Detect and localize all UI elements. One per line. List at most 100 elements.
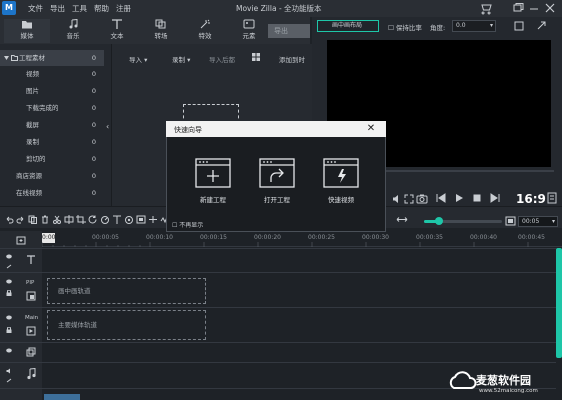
open-project-option[interactable]: 打开工程 [252,158,302,204]
snapshot-icon[interactable] [514,21,524,31]
add-track-icon[interactable] [16,236,26,245]
dialog-close-icon[interactable]: ✕ [364,122,378,136]
split-icon[interactable] [64,215,74,224]
pip-layout-button[interactable]: 画中画布局 [317,20,379,32]
tool-text[interactable]: 文本 [94,19,140,43]
track-link-icon[interactable] [6,378,12,383]
collapse-sidebar-icon[interactable]: ‹ [106,122,109,131]
record-menu[interactable]: 录制 ▾ [172,54,190,64]
track-volume-icon[interactable] [6,368,12,374]
track-visibility-icon[interactable] [6,254,12,259]
import-later-button[interactable]: 导入后都 [209,54,235,64]
minimize-icon[interactable] [526,1,542,15]
cut-icon[interactable] [52,215,62,224]
sidebar-item-label: 视频 [26,70,39,78]
sidebar-item-label: 在线视频 [16,189,42,197]
folder-icon [22,21,32,29]
keep-ratio-checkbox[interactable]: ☐ 保持比率 [388,22,422,32]
track-divider [0,342,556,343]
volume-icon[interactable] [392,194,402,204]
sidebar-item-recordings[interactable]: 录制 0 [0,134,104,150]
tool-effects[interactable]: 特效 [182,19,228,43]
track-visibility-icon[interactable] [6,279,12,284]
timeline-time-value: 00:05 [522,218,540,225]
track-visibility-icon[interactable] [6,315,12,320]
export-button[interactable]: 导出 [268,24,310,38]
crop-icon[interactable] [76,215,86,224]
next-frame-icon[interactable] [490,193,500,203]
new-project-option[interactable]: 新建工程 [188,158,238,204]
sidebar-item-store[interactable]: 商店资源 0 [0,168,104,184]
zoom-out-icon[interactable] [396,215,408,224]
close-icon[interactable] [542,1,558,15]
window-title: Movie Zilla - 全功能版本 [236,4,322,13]
timeline-vertical-scrollbar[interactable] [556,248,562,358]
speed-icon[interactable] [100,215,110,224]
ratio-settings-icon[interactable] [547,192,557,204]
menu-export[interactable]: 导出 [50,3,65,14]
main-track-dropzone[interactable]: 主要媒体轨道 [47,310,206,340]
undo-icon[interactable] [4,215,14,224]
track-lock-icon[interactable] [6,327,12,333]
sidebar-item-label: 录制 [26,138,39,146]
fit-timeline-icon[interactable] [505,216,516,226]
undock-icon[interactable] [535,20,549,32]
grid-view-icon[interactable] [252,53,260,61]
tool-elements[interactable]: 元素 [226,19,272,43]
quick-video-option[interactable]: 快速视频 [316,158,366,204]
sidebar-item-images[interactable]: 图片 0 [0,83,104,99]
menu-file[interactable]: 文件 [28,3,43,14]
tool-music[interactable]: 音乐 [50,19,96,43]
redo-icon[interactable] [16,215,26,224]
sidebar-item-video[interactable]: 视频 0 [0,66,104,82]
tool-transition[interactable]: 转场 [138,19,184,43]
watermark-url: www.52maicong.com [479,388,538,394]
stabilize-icon[interactable] [148,215,158,224]
sidebar-item-count: 0 [91,54,96,62]
delete-icon[interactable] [40,215,50,224]
import-menu[interactable]: 导入 ▾ [129,54,147,64]
dont-show-again-checkbox[interactable]: ☐ 不再显示 [172,220,203,229]
timeline-time-input[interactable]: 00:05 ▾ [518,216,558,227]
sidebar-item-online-video[interactable]: 在线视频 0 [0,185,104,201]
sidebar-item-project[interactable]: 工程素材 0 [0,50,104,66]
ruler-tick-label: 00:00:40 [470,234,497,241]
menu-help[interactable]: 帮助 [94,3,109,14]
track-link-icon[interactable] [6,264,12,269]
camera-icon[interactable] [416,193,428,204]
pip-track-dropzone[interactable]: 画中画轨道 [47,278,206,304]
restore-icon[interactable] [510,1,526,15]
color-icon[interactable] [124,215,134,224]
angle-input[interactable]: 0.0 ▾ [452,20,496,32]
ruler-tick-label: 00:00:45 [518,234,545,241]
menu-register[interactable]: 注册 [116,3,131,14]
open-project-icon [259,158,295,188]
stop-icon[interactable] [472,193,482,203]
sidebar-item-downloads[interactable]: 下载完成的 0 [0,100,104,116]
previous-frame-icon[interactable] [436,193,446,203]
angle-value: 0.0 [456,22,466,29]
angle-label: 角度: [430,24,446,32]
track-visibility-icon[interactable] [6,348,12,353]
timeline-horizontal-scrollbar[interactable] [44,394,80,400]
play-icon[interactable] [454,193,464,203]
aspect-ratio-display[interactable]: 16:9 [516,192,546,206]
sidebar-item-count: 0 [91,172,96,180]
menu-tools[interactable]: 工具 [72,3,87,14]
timeline-zoom-handle[interactable] [435,217,443,225]
tool-elements-label: 元素 [242,32,256,40]
cart-icon[interactable] [478,1,494,15]
track-divider [0,272,556,273]
sidebar-item-screenshots[interactable]: 截屏 0 [0,117,104,133]
tool-media[interactable]: 媒体 [4,19,50,43]
ruler-tick-label: 00:00:20 [254,234,281,241]
fullscreen-icon[interactable] [404,194,414,204]
add-to-timeline-button[interactable]: 添加到时 [279,54,305,64]
rotate-icon[interactable] [88,215,98,224]
copy-icon[interactable] [28,215,38,224]
text-tool-icon[interactable] [112,215,122,224]
watermark-text: 麦葱软件园 [476,374,531,387]
track-lock-icon[interactable] [6,290,12,296]
sidebar-item-clipped[interactable]: 剪切的 0 [0,151,104,167]
pan-zoom-icon[interactable] [136,215,146,224]
